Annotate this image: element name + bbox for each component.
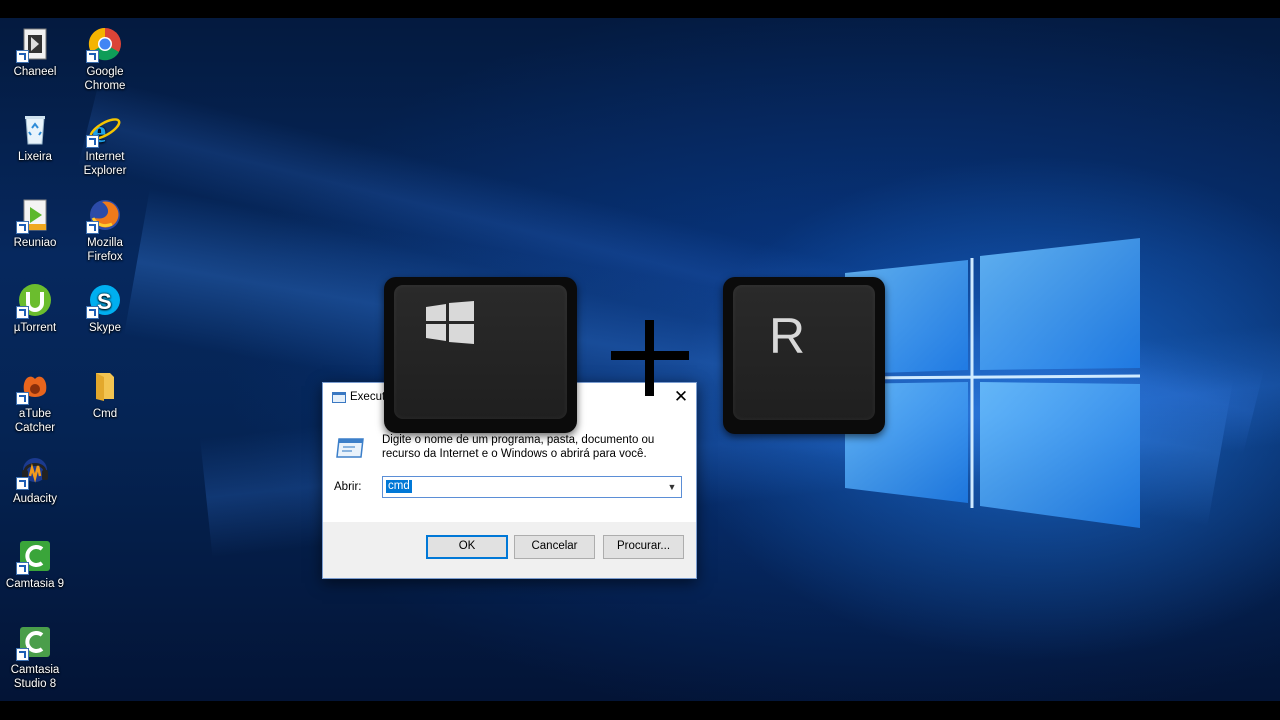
chrome-icon (86, 27, 122, 63)
desktop-icon-camtasia-9[interactable]: Camtasia 9 (0, 539, 70, 591)
shortcut-arrow-icon (86, 135, 99, 148)
desktop-icon-lixeira[interactable]: Lixeira (0, 112, 70, 164)
run-icon (332, 392, 346, 403)
skype-icon: S (86, 283, 122, 319)
open-label: Abrir: (334, 481, 362, 493)
desktop-icon-chaneel[interactable]: Chaneel (0, 27, 70, 79)
open-input-value[interactable]: cmd (386, 480, 412, 493)
media-file-icon (16, 198, 52, 234)
desktop-icon-label: Cmd (92, 408, 118, 420)
desktop-icon-label: Skype (89, 322, 121, 334)
desktop-icon-label: µTorrent (13, 322, 57, 334)
desktop-icon-label: Mozilla Firefox (87, 237, 123, 263)
shortcut-arrow-icon (86, 221, 99, 234)
r-key-letter: R (769, 308, 806, 364)
recycle-bin-icon (18, 112, 52, 146)
camtasia-icon (16, 539, 52, 575)
shortcut-arrow-icon (16, 477, 29, 490)
desktop-icon-skype[interactable]: S Skype (70, 283, 140, 335)
desktop-icon-cmd-folder[interactable]: Cmd (70, 369, 140, 421)
desktop-icon-utorrent[interactable]: µTorrent (0, 283, 70, 335)
desktop-icon-label: Camtasia 9 (5, 578, 65, 590)
desktop-icon-internet-explorer[interactable]: e Internet Explorer (70, 112, 140, 178)
atube-catcher-icon (16, 369, 52, 405)
desktop-icon-label: Chaneel (13, 66, 57, 78)
shortcut-arrow-icon (16, 221, 29, 234)
firefox-icon (86, 198, 122, 234)
camtasia-icon (16, 625, 52, 661)
shortcut-arrow-icon (86, 306, 99, 319)
desktop-icon-label: aTube Catcher (14, 408, 56, 434)
windows-key-overlay (384, 277, 577, 433)
desktop-icon-audacity[interactable]: Audacity (0, 454, 70, 506)
key-face (394, 285, 567, 419)
desktop-icon-google-chrome[interactable]: Google Chrome (70, 27, 140, 93)
desktop-icon-label: Audacity (12, 493, 58, 505)
desktop-icon-reuniao[interactable]: Reuniao (0, 198, 70, 250)
open-combobox[interactable]: cmd ▼ (382, 476, 682, 498)
key-face: R (733, 285, 875, 420)
shortcut-arrow-icon (16, 50, 29, 63)
utorrent-icon (16, 283, 52, 319)
chevron-down-icon[interactable]: ▼ (663, 477, 681, 497)
internet-explorer-icon: e (86, 112, 122, 149)
windows-logo-icon (426, 301, 474, 344)
desktop-icon-label: Google Chrome (84, 66, 126, 92)
run-program-icon (336, 438, 364, 458)
app-icon (16, 27, 52, 63)
shortcut-arrow-icon (16, 392, 29, 405)
desktop-icon-label: Internet Explorer (83, 151, 127, 177)
browse-button[interactable]: Procurar... (603, 535, 684, 559)
r-key-overlay: R (723, 277, 885, 434)
desktop-icon-camtasia-studio-8[interactable]: Camtasia Studio 8 (0, 625, 70, 691)
shortcut-arrow-icon (86, 50, 99, 63)
desktop-icon-atube-catcher[interactable]: aTube Catcher (0, 369, 70, 435)
desktop-icon-label: Reuniao (13, 237, 57, 249)
shortcut-arrow-icon (16, 562, 29, 575)
desktop-icon-label: Camtasia Studio 8 (10, 664, 60, 690)
cancel-button[interactable]: Cancelar (514, 535, 595, 559)
svg-text:S: S (97, 289, 112, 314)
shortcut-arrow-icon (16, 648, 29, 661)
ok-button[interactable]: OK (426, 535, 508, 559)
dialog-description: Digite o nome de um programa, pasta, doc… (382, 434, 655, 460)
shortcut-arrow-icon (16, 306, 29, 319)
desktop-icon-mozilla-firefox[interactable]: Mozilla Firefox (70, 198, 140, 264)
folder-icon (88, 369, 122, 403)
audacity-icon (16, 454, 52, 490)
plus-sign-icon (611, 320, 689, 396)
desktop-icon-label: Lixeira (18, 151, 52, 163)
